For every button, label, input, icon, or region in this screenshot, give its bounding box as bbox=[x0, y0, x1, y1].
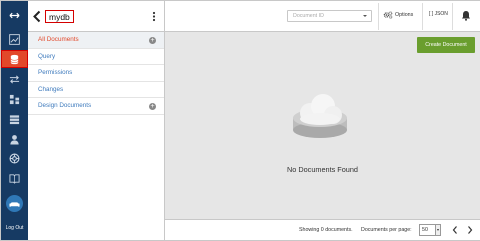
next-page-icon[interactable] bbox=[467, 225, 473, 235]
notification-bell-icon[interactable] bbox=[461, 10, 471, 21]
activity-chart-icon[interactable] bbox=[1, 30, 28, 48]
per-page-select[interactable]: 50 bbox=[419, 224, 441, 236]
json-bracket-icon: [ ] bbox=[429, 11, 434, 17]
collapse-sidebar-icon[interactable] bbox=[1, 4, 28, 26]
nodes-icon[interactable] bbox=[1, 90, 28, 108]
options-label: Options bbox=[395, 12, 414, 18]
chevron-down-icon bbox=[363, 15, 367, 17]
per-page-label: Documents per page: bbox=[361, 227, 412, 233]
empty-cloud-icon bbox=[293, 94, 347, 138]
nav-item-label: All Documents bbox=[38, 36, 79, 43]
user-icon[interactable] bbox=[1, 130, 28, 148]
json-view-button[interactable]: [ ] JSON bbox=[429, 11, 448, 17]
database-nav-list: All Documents + Query Permissions Changes Des… bbox=[28, 32, 164, 115]
help-lifebuoy-icon[interactable] bbox=[1, 149, 28, 167]
database-header: mydb bbox=[28, 1, 164, 32]
app-window: Log Out mydb All Documents + Query Permissi… bbox=[0, 0, 480, 241]
document-id-select[interactable]: Document ID bbox=[287, 10, 372, 22]
nav-item-changes[interactable]: Changes bbox=[28, 82, 164, 98]
replication-icon[interactable] bbox=[1, 70, 28, 88]
database-sidebar: mydb All Documents + Query Permissions Chang… bbox=[28, 1, 165, 240]
database-name: mydb bbox=[45, 10, 74, 23]
couchdb-logo-icon bbox=[6, 195, 23, 212]
nav-item-label: Query bbox=[38, 52, 56, 60]
gears-icon bbox=[383, 11, 393, 19]
nav-item-permissions[interactable]: Permissions bbox=[28, 65, 164, 82]
database-menu-icon[interactable] bbox=[151, 10, 157, 23]
nav-item-label: Permissions bbox=[38, 69, 73, 76]
options-button[interactable]: Options bbox=[383, 11, 413, 19]
create-document-button[interactable]: Create Document bbox=[417, 37, 475, 53]
json-label: JSON bbox=[434, 11, 448, 17]
pagination-footer: Showing 0 documents. Documents per page:… bbox=[165, 219, 480, 240]
nav-item-all-documents[interactable]: All Documents + bbox=[28, 32, 164, 49]
divider bbox=[378, 3, 379, 30]
nav-item-label: Changes bbox=[38, 85, 64, 93]
divider bbox=[452, 3, 453, 30]
nav-item-query[interactable]: Query bbox=[28, 49, 164, 65]
empty-state-message: No Documents Found bbox=[287, 165, 358, 174]
databases-icon[interactable] bbox=[1, 50, 28, 68]
document-id-placeholder: Document ID bbox=[293, 13, 324, 19]
divider bbox=[422, 3, 423, 30]
documentation-book-icon[interactable] bbox=[1, 169, 28, 187]
chevron-down-icon bbox=[435, 225, 440, 235]
nav-item-design-documents[interactable]: Design Documents + bbox=[28, 98, 164, 115]
documents-count-text: Showing 0 documents. bbox=[299, 227, 353, 233]
nav-item-label: Design Documents bbox=[38, 102, 92, 109]
documents-panel: Create Document No Documents Found bbox=[165, 32, 480, 219]
per-page-value: 50 bbox=[422, 227, 428, 233]
documents-toolbar: Document ID Options [ ] JSON bbox=[165, 1, 480, 32]
icon-sidebar: Log Out bbox=[1, 1, 28, 240]
logout-link[interactable]: Log Out bbox=[1, 225, 28, 231]
previous-page-icon[interactable] bbox=[452, 225, 458, 235]
add-icon[interactable]: + bbox=[149, 36, 156, 44]
config-list-icon[interactable] bbox=[1, 110, 28, 128]
add-icon[interactable]: + bbox=[149, 102, 156, 110]
back-chevron-icon[interactable] bbox=[32, 10, 42, 23]
